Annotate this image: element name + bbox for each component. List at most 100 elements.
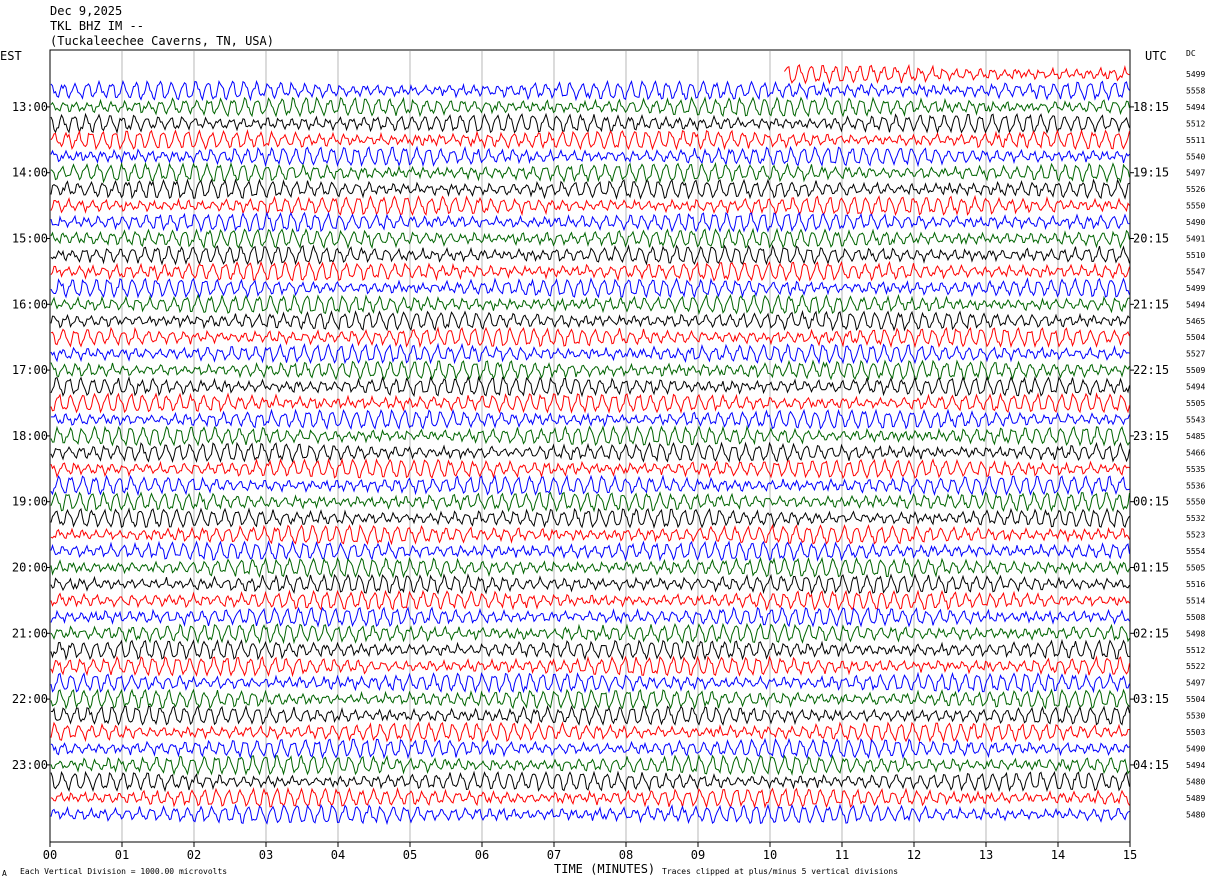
trace-line [50, 128, 1130, 151]
trace-line [50, 359, 1130, 382]
dc-offset-label: 5503 [1186, 728, 1205, 737]
trace-line [50, 606, 1130, 628]
dc-offset-label: 5480 [1186, 777, 1205, 786]
dc-offset-label: 5489 [1186, 794, 1205, 803]
trace-line [50, 424, 1130, 447]
trace-line [50, 112, 1130, 135]
dc-offset-label: 5527 [1186, 350, 1205, 359]
dc-offset-label: 5499 [1186, 284, 1205, 293]
dc-offset-label: 5497 [1186, 169, 1205, 178]
dc-offset-label: 5490 [1186, 744, 1205, 753]
dc-offset-label: 5554 [1186, 547, 1205, 556]
dc-offset-label: 5508 [1186, 613, 1205, 622]
trace-line [50, 79, 1130, 102]
dc-offset-label: 5494 [1186, 300, 1205, 309]
x-tick-label: 11 [835, 848, 849, 862]
x-tick-label: 14 [1051, 848, 1065, 862]
dc-offset-label: 5558 [1186, 86, 1205, 95]
trace-line [50, 178, 1130, 200]
x-axis-title: TIME (MINUTES) [554, 862, 656, 876]
utc-hour-label: 21:15 [1133, 297, 1169, 311]
est-hour-label: 23:00 [12, 758, 48, 772]
est-hour-label: 17:00 [12, 363, 48, 377]
trace-line [50, 342, 1130, 365]
trace-line [50, 540, 1130, 562]
dc-offset-label: 5494 [1186, 383, 1205, 392]
trace-line [50, 227, 1130, 250]
trace-line [50, 589, 1130, 612]
dc-offset-label: 5505 [1186, 564, 1205, 573]
dc-offset-label: 5504 [1186, 333, 1205, 342]
x-tick-label: 01 [115, 848, 129, 862]
trace-line [50, 622, 1130, 645]
est-hour-label: 19:00 [12, 495, 48, 509]
trace-line [50, 688, 1130, 710]
trace-line [50, 457, 1130, 480]
trace-line [50, 573, 1130, 595]
dc-offset-label: 5550 [1186, 498, 1205, 507]
utc-hour-label: 18:15 [1133, 100, 1169, 114]
utc-hour-label: 02:15 [1133, 626, 1169, 640]
dc-offset-label: 5532 [1186, 514, 1205, 523]
dc-offset-label: 5511 [1186, 136, 1205, 145]
est-hour-label: 15:00 [12, 232, 48, 246]
trace-line [50, 523, 1130, 546]
dc-offset-label: 5505 [1186, 399, 1205, 408]
est-hour-label: 21:00 [12, 626, 48, 640]
utc-hour-label: 23:15 [1133, 429, 1169, 443]
trace-line [50, 96, 1130, 118]
dc-offset-label: 5499 [1186, 70, 1205, 79]
x-tick-label: 10 [763, 848, 777, 862]
dc-offset-label: 5494 [1186, 761, 1205, 770]
utc-hour-label: 22:15 [1133, 363, 1169, 377]
trace-line [50, 507, 1130, 529]
x-tick-label: 00 [43, 848, 57, 862]
x-tick-label: 15 [1123, 848, 1137, 862]
dc-offset-label: 5550 [1186, 202, 1205, 211]
x-tick-label: 05 [403, 848, 417, 862]
trace-line [50, 491, 1130, 513]
dc-offset-label: 5543 [1186, 415, 1205, 424]
clip-note: Traces clipped at plus/minus 5 vertical … [662, 867, 899, 876]
dc-offset-label: 5535 [1186, 465, 1205, 474]
trace-line [50, 293, 1130, 316]
dc-offset-label: 5516 [1186, 580, 1205, 589]
utc-hour-label: 19:15 [1133, 166, 1169, 180]
trace-line [50, 474, 1130, 497]
trace-line [50, 704, 1130, 727]
trace-layer [50, 63, 1130, 826]
trace-line [50, 277, 1130, 299]
x-tick-label: 06 [475, 848, 489, 862]
x-tick-label: 12 [907, 848, 921, 862]
dc-offset-label: 5510 [1186, 251, 1205, 260]
est-hour-label: 18:00 [12, 429, 48, 443]
x-tick-label: 08 [619, 848, 633, 862]
dc-offset-label: 5526 [1186, 185, 1205, 194]
utc-hour-label: 04:15 [1133, 758, 1169, 772]
trace-line [50, 211, 1130, 233]
utc-hour-label: 01:15 [1133, 561, 1169, 575]
dc-offset-label: 5523 [1186, 531, 1205, 540]
trace-line [50, 803, 1130, 826]
dc-offset-label: 5497 [1186, 679, 1205, 688]
utc-hour-label: 20:15 [1133, 232, 1169, 246]
x-tick-label: 13 [979, 848, 993, 862]
trace-line [783, 63, 1130, 85]
dc-offset-label: 5465 [1186, 317, 1205, 326]
dc-offset-label: 5512 [1186, 646, 1205, 655]
dc-offset-label: 5509 [1186, 366, 1205, 375]
dc-offset-label: 5504 [1186, 695, 1205, 704]
trace-line [51, 408, 1130, 431]
dc-offset-label: 5490 [1186, 218, 1205, 227]
dc-offset-label: 5491 [1186, 235, 1205, 244]
dc-offset-label: 5498 [1186, 629, 1205, 638]
scale-note: Each Vertical Division = 1000.00 microvo… [20, 867, 228, 876]
dc-offset-label: 5530 [1186, 712, 1205, 721]
trace-line [50, 655, 1130, 678]
x-tick-label: 02 [187, 848, 201, 862]
dc-offset-label: 5485 [1186, 432, 1205, 441]
x-tick-label: 07 [547, 848, 561, 862]
trace-line [50, 161, 1130, 184]
trace-line [50, 638, 1130, 661]
est-hour-label: 20:00 [12, 561, 48, 575]
